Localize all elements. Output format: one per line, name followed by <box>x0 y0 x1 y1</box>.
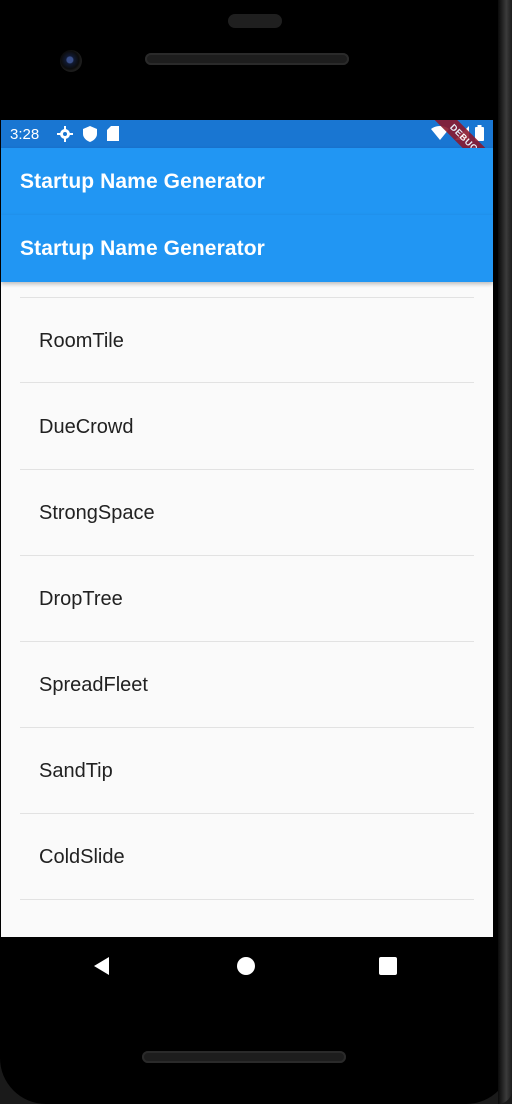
shield-icon <box>83 126 97 147</box>
recents-icon[interactable] <box>379 957 397 975</box>
list-item-label: SandTip <box>39 760 113 782</box>
list-item-label: SpreadFleet <box>39 674 148 696</box>
app-bar-outer: Startup Name Generator <box>1 148 493 215</box>
list-item-label: StrongSpace <box>39 502 155 524</box>
gear-icon <box>57 126 73 147</box>
sd-card-icon <box>107 126 119 147</box>
front-camera <box>60 50 82 72</box>
home-icon[interactable] <box>237 957 255 975</box>
list-item[interactable]: DropTree <box>1 555 493 641</box>
phone-frame: 3:28 DEBUG Startup Name Generator Startu… <box>0 0 512 1104</box>
list-item[interactable]: RoomTile <box>1 297 493 383</box>
list-divider <box>20 899 474 900</box>
list-item[interactable]: SpreadFleet <box>1 641 493 727</box>
list-item[interactable]: SandTip <box>1 727 493 813</box>
list-item-label: ColdSlide <box>39 846 125 868</box>
system-nav-bar <box>0 937 493 997</box>
list-item-label: RoomTile <box>39 330 124 352</box>
status-bar: 3:28 DEBUG <box>1 120 493 183</box>
earpiece-speaker <box>145 53 349 65</box>
top-notch <box>228 14 282 28</box>
list-item[interactable]: DueCrowd <box>1 383 493 469</box>
screen: 3:28 DEBUG Startup Name Generator Startu… <box>1 120 493 937</box>
list-item[interactable]: StrongSpace <box>1 469 493 555</box>
app-bar-inner: Startup Name Generator <box>1 215 493 282</box>
phone-bezel <box>498 0 512 1104</box>
status-time: 3:28 <box>10 126 40 143</box>
status-icons-left <box>57 126 119 147</box>
bottom-speaker <box>142 1051 346 1063</box>
app-bar-title: Startup Name Generator <box>20 237 265 260</box>
app-bar-title: Startup Name Generator <box>20 170 265 193</box>
list-item[interactable]: ColdSlide <box>1 813 493 899</box>
list-item-label: DropTree <box>39 588 123 610</box>
list-item-label: DueCrowd <box>39 416 134 438</box>
back-icon[interactable] <box>94 957 109 975</box>
